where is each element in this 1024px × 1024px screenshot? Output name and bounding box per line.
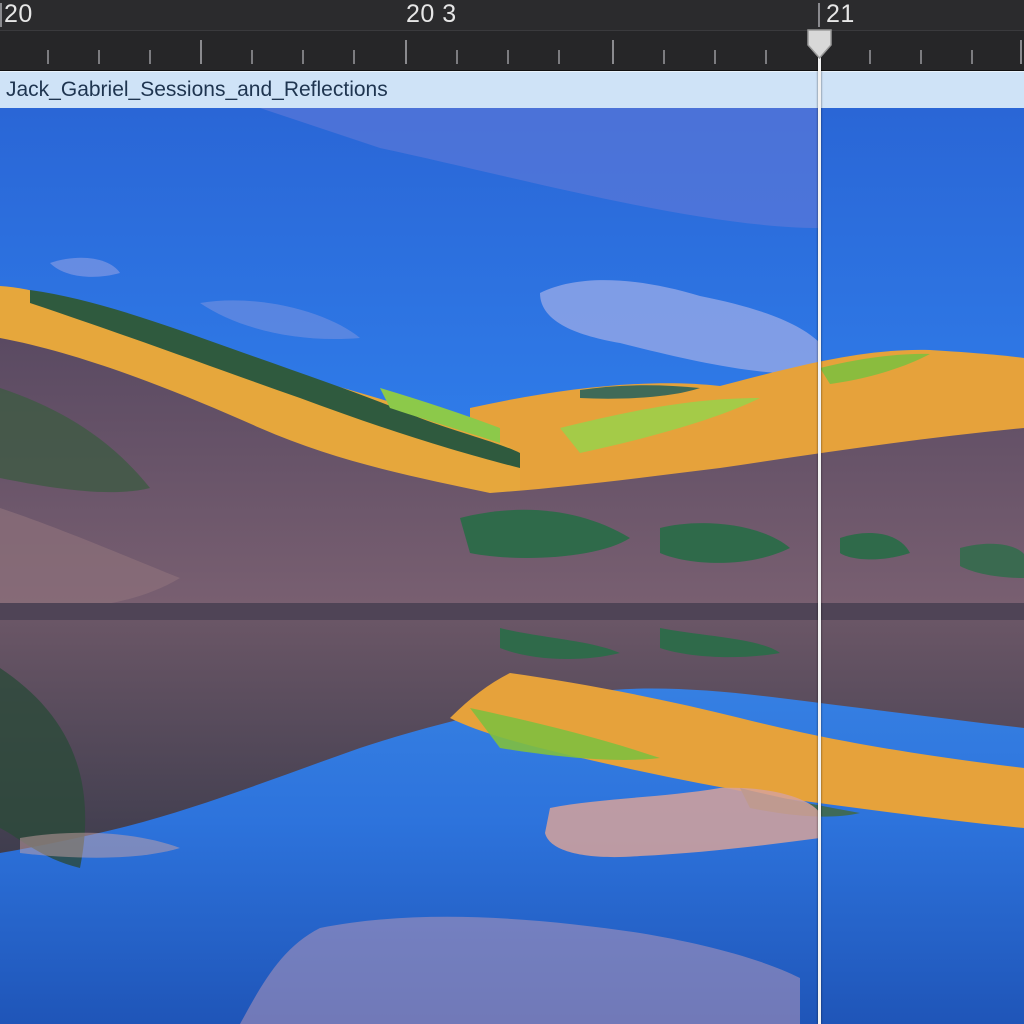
ruler-label-20: 20 (4, 0, 33, 28)
ruler-tick (47, 50, 49, 64)
ruler-tick (405, 40, 407, 64)
ruler-tick (971, 50, 973, 64)
ruler-tick (353, 50, 355, 64)
ruler-tick (251, 50, 253, 64)
ruler-tick (302, 50, 304, 64)
ruler-tick (200, 40, 202, 64)
ruler-tick (920, 50, 922, 64)
ruler-tick (0, 3, 2, 27)
landscape-lake-reflection-image (0, 108, 1024, 1024)
ruler-tick (558, 50, 560, 64)
ruler-tick (765, 50, 767, 64)
ruler-tick (869, 50, 871, 64)
timeline-ruler[interactable]: 20 20 3 21 (0, 0, 1024, 71)
ruler-tick (507, 50, 509, 64)
ruler-tick (149, 50, 151, 64)
ruler-tick (663, 50, 665, 64)
playhead-handle-icon[interactable] (806, 29, 833, 60)
ruler-tick (98, 50, 100, 64)
ruler-tick (612, 40, 614, 64)
ruler-tick (456, 50, 458, 64)
ruler-tick (818, 3, 820, 27)
ruler-tick (1020, 40, 1022, 64)
timeline-editor: 20 20 3 21 Jack_Gabriel_Sessions_and_Ref… (0, 0, 1024, 1024)
ruler-label-20-3: 20 3 (406, 0, 457, 28)
playhead-line[interactable] (818, 44, 821, 1024)
clip-title: Jack_Gabriel_Sessions_and_Reflections (6, 78, 388, 101)
clip-header[interactable]: Jack_Gabriel_Sessions_and_Reflections (0, 71, 1024, 109)
clip-thumbnail[interactable] (0, 108, 1024, 1024)
ruler-tick (714, 50, 716, 64)
ruler-label-21: 21 (826, 0, 855, 28)
